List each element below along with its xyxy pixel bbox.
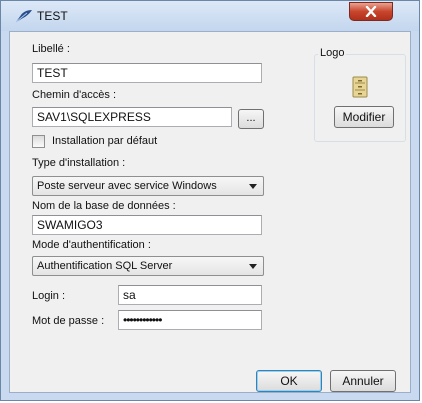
title-bar[interactable]: TEST <box>1 1 419 31</box>
mode-auth-value: Authentification SQL Server <box>37 260 173 272</box>
login-input[interactable]: sa <box>118 285 262 305</box>
nom-base-label: Nom de la base de données : <box>32 200 176 212</box>
close-button[interactable] <box>349 2 393 21</box>
installation-defaut-checkbox[interactable] <box>32 135 45 148</box>
login-label: Login : <box>32 290 66 302</box>
password-label: Mot de passe : <box>32 315 105 327</box>
dialog-window: TEST Libellé : TEST Chemin d'accès : SAV… <box>0 0 420 401</box>
nom-base-input[interactable]: SWAMIGO3 <box>32 215 262 235</box>
installation-defaut-label: Installation par défaut <box>52 135 158 147</box>
modifier-button[interactable]: Modifier <box>334 106 394 128</box>
logo-label: Logo <box>318 47 347 59</box>
libelle-input[interactable]: TEST <box>32 63 262 83</box>
mode-auth-label: Mode d'authentification : <box>32 239 151 251</box>
dialog-body: Libellé : TEST Chemin d'accès : SAV1\SQL… <box>9 31 411 393</box>
chevron-down-icon <box>249 264 257 269</box>
mode-auth-select[interactable]: Authentification SQL Server <box>32 256 264 276</box>
window-title: TEST <box>37 9 68 23</box>
libelle-label: Libellé : <box>32 43 70 55</box>
ok-button[interactable]: OK <box>256 370 322 392</box>
cancel-button[interactable]: Annuler <box>330 370 396 392</box>
password-input[interactable]: •••••••••••• <box>118 310 262 330</box>
type-installation-label: Type d'installation : <box>32 157 126 169</box>
browse-button[interactable]: ... <box>238 109 264 129</box>
chemin-label: Chemin d'accès : <box>32 89 117 101</box>
type-installation-value: Poste serveur avec service Windows <box>37 180 217 192</box>
file-cabinet-icon <box>352 76 368 101</box>
chevron-down-icon <box>249 184 257 189</box>
type-installation-select[interactable]: Poste serveur avec service Windows <box>32 176 264 196</box>
chemin-input[interactable]: SAV1\SQLEXPRESS <box>32 107 232 127</box>
feather-pen-icon <box>15 9 33 23</box>
